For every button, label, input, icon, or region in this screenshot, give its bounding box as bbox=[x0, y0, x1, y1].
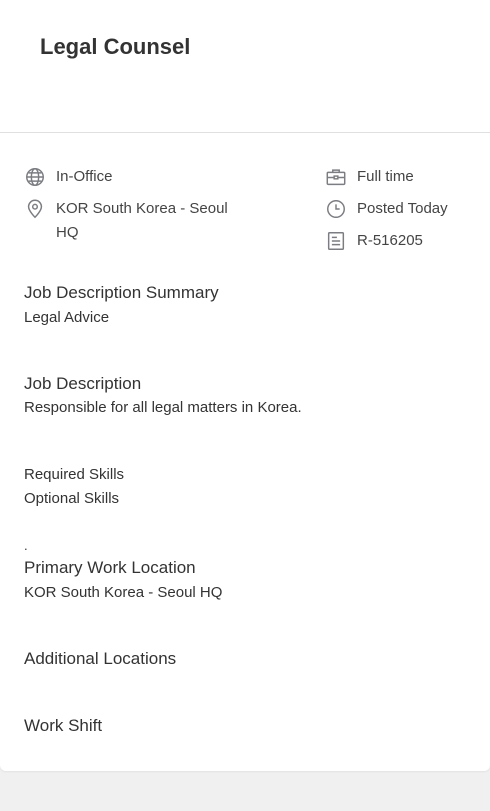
posted-date-label: Posted Today bbox=[357, 200, 448, 217]
summary-heading: Job Description Summary bbox=[24, 283, 219, 302]
requisition-id: R-516205 bbox=[325, 229, 423, 253]
requisition-id-label: R-516205 bbox=[357, 232, 423, 249]
clock-icon bbox=[325, 198, 347, 220]
header-divider bbox=[0, 132, 490, 133]
additional-locations-heading: Additional Locations bbox=[24, 649, 177, 668]
work-mode-label: In-Office bbox=[56, 168, 113, 185]
time-type: Full time bbox=[325, 165, 414, 189]
optional-skills-label: Optional Skills bbox=[24, 490, 120, 507]
briefcase-icon bbox=[325, 166, 347, 188]
description-text: Responsible for all legal matters in Kor… bbox=[24, 399, 302, 416]
work-mode: In-Office bbox=[24, 165, 112, 189]
primary-location-heading: Primary Work Location bbox=[24, 558, 196, 577]
job-details-card: Legal Counsel In-Office KOR South Korea … bbox=[0, 0, 490, 771]
required-skills-label: Required Skills bbox=[24, 466, 125, 483]
posted-date: Posted Today bbox=[325, 197, 448, 221]
job-location: KOR South Korea - Seoul HQ bbox=[24, 197, 244, 245]
job-location-label: KOR South Korea - Seoul HQ bbox=[56, 200, 228, 241]
summary-text: Legal Advice bbox=[24, 309, 110, 326]
map-pin-icon bbox=[24, 198, 46, 220]
primary-location-text: KOR South Korea - Seoul HQ bbox=[24, 584, 223, 601]
separator-dot: . bbox=[24, 538, 28, 553]
job-title: Legal Counsel bbox=[40, 34, 191, 59]
description-heading: Job Description bbox=[24, 374, 142, 393]
work-shift-heading: Work Shift bbox=[24, 716, 103, 735]
document-icon bbox=[325, 230, 347, 252]
time-type-label: Full time bbox=[357, 168, 414, 185]
globe-icon bbox=[24, 166, 46, 188]
